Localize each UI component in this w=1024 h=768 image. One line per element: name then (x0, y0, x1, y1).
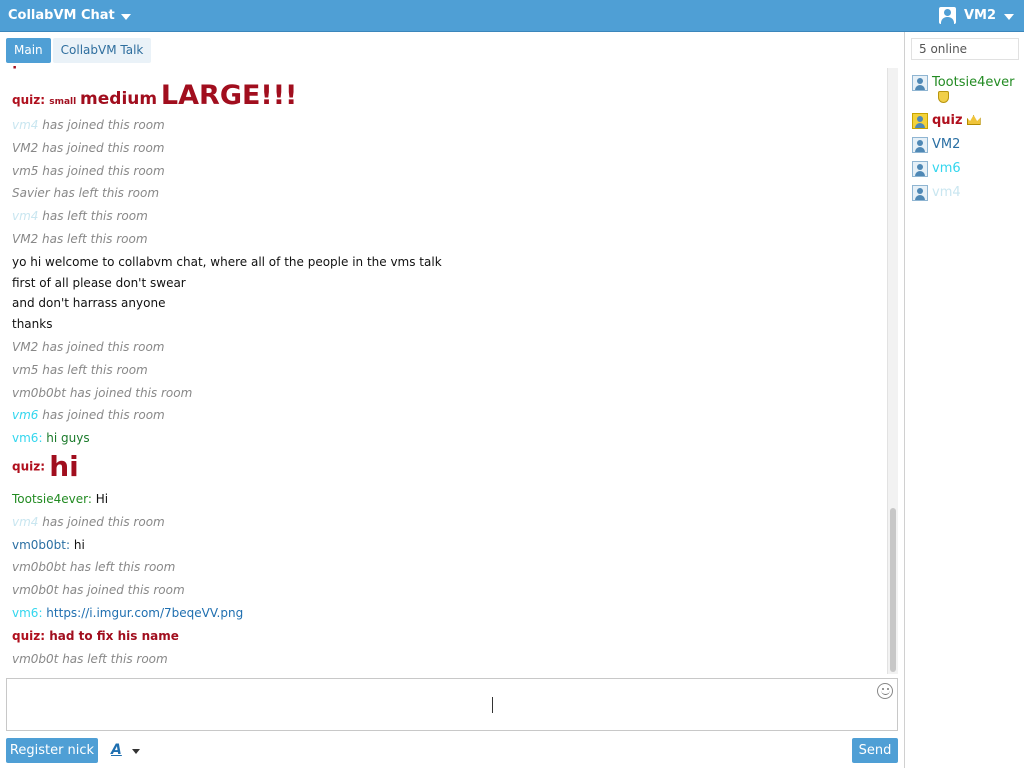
message-list: · quiz: small medium LARGE!!! vm4 has jo… (6, 66, 898, 674)
message: vm6: https://i.imgur.com/7beqeVV.png (12, 606, 244, 620)
message-text: hi guys (46, 431, 90, 445)
system-message: vm5 has left this room (12, 363, 148, 377)
message: quiz: had to fix his name (12, 629, 179, 643)
system-message: vm0b0bt has joined this room (12, 386, 193, 400)
message-text-large: LARGE!!! (160, 80, 298, 111)
system-message: VM2 has joined this room (12, 340, 165, 354)
user-list-item[interactable]: VM2 (912, 137, 960, 153)
message-author[interactable]: vm6 (12, 408, 38, 422)
system-message: vm4 has joined this room (12, 118, 165, 132)
emoji-icon[interactable] (877, 683, 893, 699)
register-nick-button[interactable]: Register nick (6, 738, 98, 763)
user-icon (912, 161, 928, 177)
tab-main[interactable]: Main (6, 38, 51, 63)
message-text: first of all please don't swear (12, 276, 186, 290)
system-message: vm0b0bt has left this room (12, 560, 176, 574)
system-message: vm5 has joined this room (12, 164, 165, 178)
tab-collabvm-talk[interactable]: CollabVM Talk (52, 38, 152, 63)
message-author[interactable]: vm4 (12, 209, 38, 223)
system-message: VM2 has left this room (12, 232, 148, 246)
user-name: vm6 (932, 161, 961, 176)
user-name: Tootsie4ever (932, 75, 1015, 90)
message-text: and don't harrass anyone (12, 296, 166, 310)
system-message: Savier has left this room (12, 186, 160, 200)
scrollbar-thumb[interactable] (890, 508, 896, 672)
app-title: CollabVM Chat (8, 8, 115, 23)
system-message: vm4 has joined this room (12, 515, 165, 529)
message-author[interactable]: vm6 (12, 431, 38, 445)
username: VM2 (963, 8, 996, 23)
user-name: quiz (932, 113, 963, 128)
user-list-item[interactable]: vm4 (912, 185, 961, 201)
user-icon (912, 113, 928, 129)
user-avatar-icon (938, 7, 956, 24)
user-name: vm4 (932, 185, 961, 200)
system-message: VM2 has joined this room (12, 141, 165, 155)
message: Tootsie4ever: Hi (12, 492, 109, 506)
message: vm6: hi guys (12, 431, 90, 445)
user-name: VM2 (932, 137, 961, 152)
message-author[interactable]: quiz (12, 460, 40, 474)
user-menu[interactable]: VM2 (938, 7, 1014, 24)
message-scrollbar[interactable] (887, 68, 898, 674)
online-count: 5 online (911, 38, 1019, 60)
font-style-icon: A (111, 742, 122, 758)
message-text: thanks (12, 317, 53, 331)
chevron-down-icon (1004, 13, 1014, 20)
message-author[interactable]: quiz (12, 93, 40, 107)
room-tabs: Main CollabVM Talk (6, 38, 152, 63)
message-text: Hi (95, 492, 109, 506)
message-text-medium: medium (80, 89, 158, 109)
message-author[interactable]: quiz (12, 629, 40, 643)
message-text-small: small (49, 97, 77, 107)
cut-message: · (12, 66, 17, 70)
message-link[interactable]: https://i.imgur.com/7beqeVV.png (46, 606, 243, 620)
font-format-menu[interactable]: A (111, 742, 140, 758)
user-icon (912, 75, 928, 91)
system-message: vm6 has joined this room (12, 408, 165, 422)
message-text: yo hi welcome to collabvm chat, where al… (12, 255, 442, 269)
message: quiz: hi (12, 450, 79, 483)
message: quiz: small medium LARGE!!! (12, 80, 298, 111)
message-text: hi (73, 538, 85, 552)
message: vm0b0bt: hi (12, 538, 85, 552)
system-message: vm4 has left this room (12, 209, 148, 223)
system-message: vm0b0t has joined this room (12, 583, 185, 597)
text-cursor (492, 697, 493, 713)
crown-icon (966, 115, 981, 125)
system-message: vm0b0t has left this room (12, 652, 168, 666)
user-list-item[interactable]: vm6 (912, 161, 961, 177)
message-author[interactable]: vm0b0bt (12, 538, 66, 552)
chevron-down-icon (120, 13, 131, 20)
user-list-item[interactable]: Tootsie4ever (912, 75, 1014, 107)
top-bar: CollabVM Chat VM2 (0, 0, 1024, 32)
message-text-large: hi (49, 450, 79, 483)
user-list-item[interactable]: quiz (912, 113, 981, 129)
chevron-down-icon (131, 749, 140, 754)
user-icon (912, 137, 928, 153)
message-author[interactable]: Tootsie4ever (12, 492, 88, 506)
shield-icon (938, 91, 949, 103)
app-title-menu[interactable]: CollabVM Chat (8, 8, 131, 23)
send-button[interactable]: Send (852, 738, 898, 763)
user-icon (912, 185, 928, 201)
message-author[interactable]: vm4 (12, 118, 38, 132)
message-author[interactable]: vm6 (12, 606, 38, 620)
message-text: had to fix his name (49, 629, 179, 643)
message-author[interactable]: vm4 (12, 515, 38, 529)
online-users-sidebar: 5 online Tootsie4ever quiz VM2 vm6 vm4 (904, 32, 1024, 768)
message-input[interactable] (6, 678, 898, 731)
